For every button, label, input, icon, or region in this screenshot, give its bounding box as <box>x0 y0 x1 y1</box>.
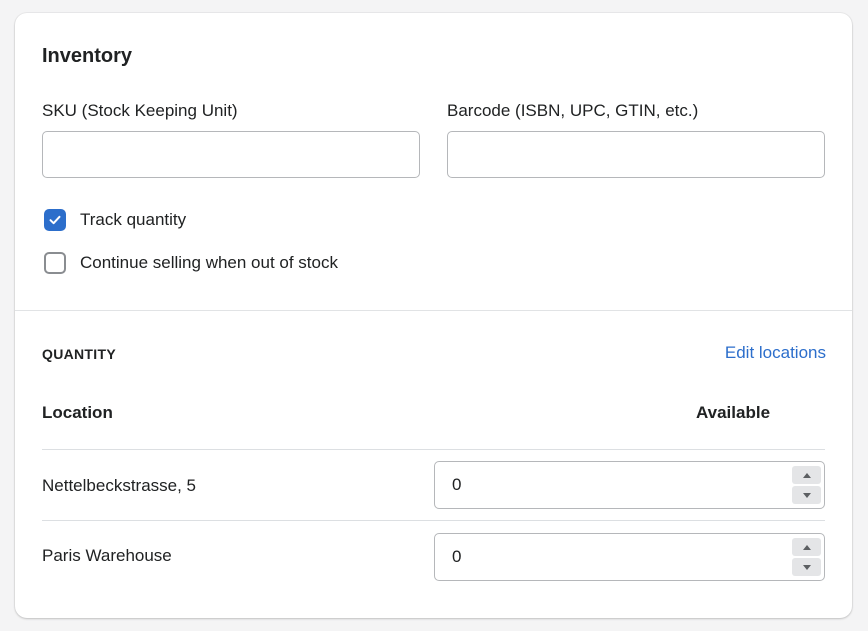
sku-input[interactable] <box>42 131 420 178</box>
card-title: Inventory <box>42 45 133 67</box>
barcode-label: Barcode (ISBN, UPC, GTIN, etc.) <box>447 101 699 120</box>
available-quantity-input[interactable]: 0 <box>434 533 825 581</box>
quantity-heading: QUANTITY <box>42 346 116 362</box>
quantity-value: 0 <box>452 547 462 566</box>
track-quantity-label: Track quantity <box>80 210 187 229</box>
caret-down-icon <box>802 564 811 570</box>
barcode-input[interactable] <box>447 131 825 178</box>
edit-locations-link[interactable]: Edit locations <box>725 343 826 363</box>
continue-selling-checkbox-row[interactable]: Continue selling when out of stock <box>44 252 338 274</box>
quantity-value: 0 <box>452 475 462 494</box>
continue-selling-checkbox[interactable] <box>44 252 66 274</box>
track-quantity-checkbox-row[interactable]: Track quantity <box>44 209 186 231</box>
available-column-header: Available <box>696 403 771 422</box>
available-quantity-input[interactable]: 0 <box>434 461 825 509</box>
caret-down-icon <box>802 492 811 498</box>
row-divider <box>42 449 825 450</box>
decrement-button[interactable] <box>792 486 821 504</box>
location-name: Paris Warehouse <box>42 546 172 565</box>
continue-selling-label: Continue selling when out of stock <box>80 253 338 272</box>
section-divider <box>15 310 852 311</box>
caret-up-icon <box>802 544 811 550</box>
sku-label: SKU (Stock Keeping Unit) <box>42 101 238 120</box>
row-divider <box>42 520 825 521</box>
increment-button[interactable] <box>792 466 821 484</box>
inventory-card: Inventory SKU (Stock Keeping Unit) Barco… <box>15 13 852 618</box>
location-column-header: Location <box>42 403 113 422</box>
caret-up-icon <box>802 472 811 478</box>
checkmark-icon <box>49 215 61 225</box>
decrement-button[interactable] <box>792 558 821 576</box>
increment-button[interactable] <box>792 538 821 556</box>
track-quantity-checkbox[interactable] <box>44 209 66 231</box>
location-name: Nettelbeckstrasse, 5 <box>42 476 197 495</box>
